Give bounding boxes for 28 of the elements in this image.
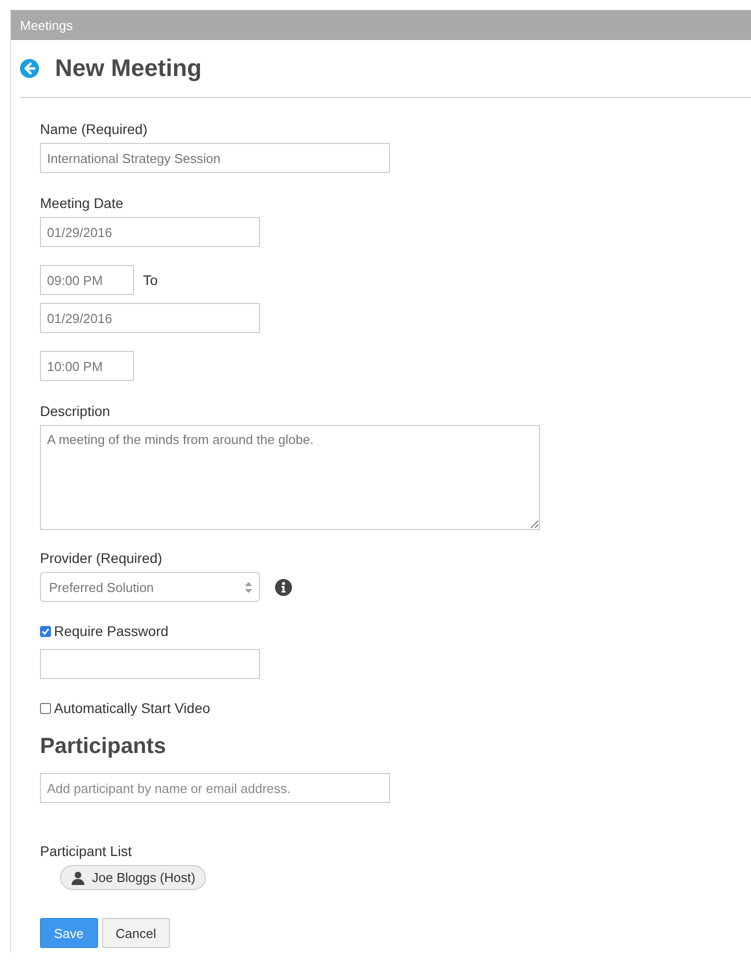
field-label: Description (40, 403, 110, 419)
page-title: New Meeting (55, 54, 202, 82)
checkbox-label: Require Password (54, 623, 168, 639)
field-label: Participant List (40, 843, 132, 859)
end-time-field[interactable]: 10:00 PM (40, 351, 134, 381)
start-date-field[interactable]: 01/29/2016 (40, 217, 260, 247)
field-label: Meeting Date (40, 195, 124, 211)
updown-caret-icon (245, 582, 252, 592)
name-field[interactable]: International Strategy Session (40, 143, 390, 173)
save-button[interactable]: Save (40, 918, 98, 948)
field-label: Provider (Required) (40, 550, 162, 566)
provider-select[interactable]: Preferred Solution (40, 572, 260, 602)
cancel-button[interactable]: Cancel (102, 918, 170, 948)
start-time-field[interactable]: 09:00 PM (40, 265, 134, 295)
password-field[interactable] (40, 649, 260, 679)
info-icon[interactable] (275, 578, 292, 596)
field-label: Name (Required) (40, 121, 148, 137)
checkbox[interactable] (40, 626, 51, 636)
participant-chip[interactable]: Joe Bloggs (Host) (60, 865, 206, 890)
description-field[interactable]: A meeting of the minds from around the globe. (40, 425, 540, 530)
participant-search-field[interactable]: Add participant by name or email address. (40, 773, 390, 803)
checkbox[interactable] (40, 702, 51, 714)
checkbox-label: Automatically Start Video (54, 700, 210, 716)
section-heading: Participants (40, 733, 166, 759)
person-icon (71, 870, 85, 884)
to-label: To (143, 272, 158, 288)
end-date-field[interactable]: 01/29/2016 (40, 303, 260, 333)
panel-title: Meetings (20, 18, 73, 32)
